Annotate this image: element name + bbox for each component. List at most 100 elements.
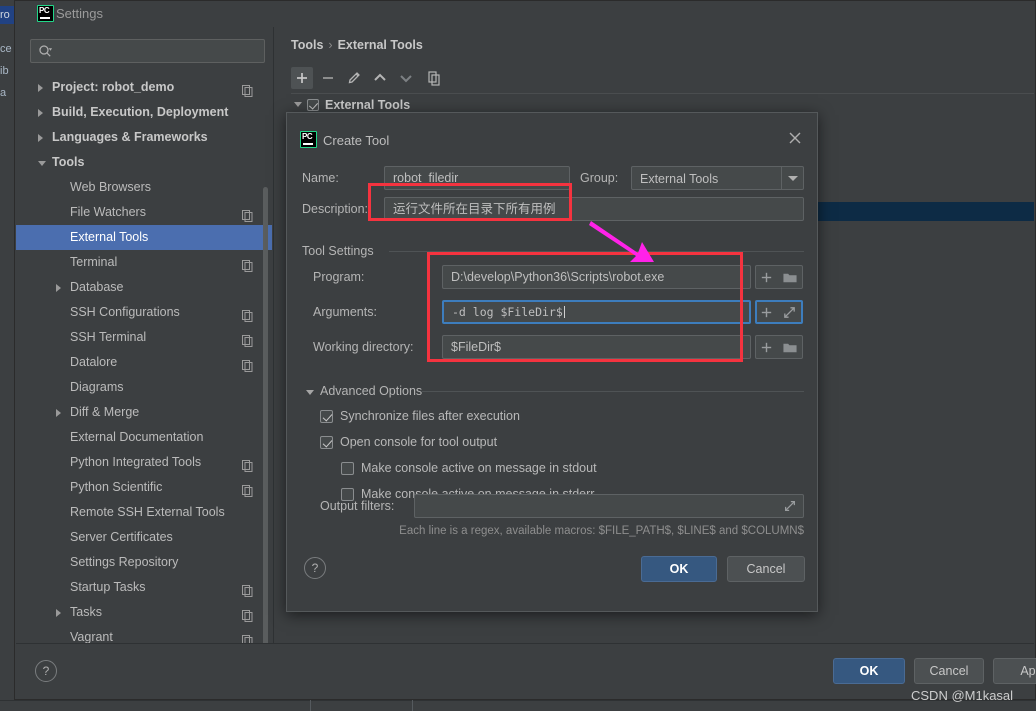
sidebar-item-ssh-configurations[interactable]: SSH Configurations	[16, 300, 272, 325]
tool-group-checkbox[interactable]	[307, 99, 319, 111]
close-button[interactable]	[787, 130, 803, 146]
apply-button[interactable]: Ap	[993, 658, 1036, 684]
sidebar-item-build-execution-deployment[interactable]: Build, Execution, Deployment	[16, 100, 272, 125]
breadcrumb-parent[interactable]: Tools	[291, 38, 323, 52]
chevron-right-icon[interactable]	[38, 109, 43, 117]
project-scope-icon	[242, 306, 254, 322]
insert-macro-icon[interactable]	[759, 340, 774, 355]
sidebar-item-python-integrated-tools[interactable]: Python Integrated Tools	[16, 450, 272, 475]
sidebar-item-terminal[interactable]: Terminal	[16, 250, 272, 275]
program-field-buttons	[755, 265, 803, 289]
checkbox-label[interactable]: Synchronize files after execution	[340, 409, 520, 423]
sidebar-item-external-tools[interactable]: External Tools	[16, 225, 272, 250]
search-input[interactable]	[30, 39, 265, 63]
sidebar-item-languages-frameworks[interactable]: Languages & Frameworks	[16, 125, 272, 150]
remove-button[interactable]	[317, 67, 339, 89]
browse-folder-icon[interactable]	[782, 270, 798, 285]
ide-status-divider-2	[412, 700, 413, 711]
program-input[interactable]: D:\develop\Python36\Scripts\robot.exe	[442, 265, 751, 289]
ide-text-fragment: ro	[0, 6, 14, 24]
sidebar-item-external-documentation[interactable]: External Documentation	[16, 425, 272, 450]
chevron-right-icon[interactable]	[38, 134, 43, 142]
description-input[interactable]: 运行文件所在目录下所有用例	[384, 197, 804, 221]
sidebar-item-label: External Tools	[70, 230, 149, 244]
working-directory-input[interactable]: $FileDir$	[442, 335, 751, 359]
sidebar-item-ssh-terminal[interactable]: SSH Terminal	[16, 325, 272, 350]
arguments-value: -d log $FileDir$	[452, 305, 563, 319]
sidebar-item-label: Tools	[52, 155, 85, 169]
chevron-right-icon[interactable]	[56, 609, 61, 617]
checkbox-open-console-for-tool-output[interactable]	[320, 436, 333, 449]
expand-editor-icon[interactable]	[782, 305, 797, 320]
cancel-button[interactable]: Cancel	[914, 658, 984, 684]
sidebar-scrollbar[interactable]	[263, 187, 268, 647]
ok-button[interactable]: OK	[833, 658, 905, 684]
sidebar-item-datalore[interactable]: Datalore	[16, 350, 272, 375]
checkbox-synchronize-files-after-execution[interactable]	[320, 410, 333, 423]
dialog-cancel-button[interactable]: Cancel	[727, 556, 805, 582]
dialog-help-button[interactable]: ?	[304, 557, 326, 579]
edit-button[interactable]	[343, 67, 365, 89]
project-scope-icon	[242, 81, 254, 97]
chevron-down-icon[interactable]	[294, 102, 302, 107]
project-scope-icon	[242, 606, 254, 622]
checkbox-label[interactable]: Open console for tool output	[340, 435, 497, 449]
pycharm-logo-icon: PC	[37, 5, 54, 22]
minus-icon	[323, 77, 333, 79]
help-button[interactable]: ?	[35, 660, 57, 682]
chevron-right-icon[interactable]	[56, 284, 61, 292]
copy-icon	[428, 71, 440, 86]
sidebar-item-web-browsers[interactable]: Web Browsers	[16, 175, 272, 200]
insert-macro-icon[interactable]	[759, 305, 774, 320]
chevron-right-icon[interactable]	[56, 409, 61, 417]
project-scope-icon	[242, 631, 254, 643]
dialog-pycharm-logo-icon: PC	[300, 131, 317, 148]
add-button[interactable]	[291, 67, 313, 89]
sidebar-item-database[interactable]: Database	[16, 275, 272, 300]
name-input[interactable]: robot_filedir	[384, 166, 570, 190]
group-dropdown-button[interactable]	[781, 167, 803, 189]
sidebar-item-vagrant[interactable]: Vagrant	[16, 625, 272, 643]
dialog-ok-button[interactable]: OK	[641, 556, 717, 582]
watermark: CSDN @M1kasal	[911, 688, 1014, 703]
close-icon	[789, 132, 801, 144]
arrow-up-icon	[374, 73, 386, 81]
project-scope-icon	[242, 256, 254, 272]
output-filters-input[interactable]	[414, 494, 804, 518]
tool-settings-divider	[389, 251, 804, 252]
sidebar-item-settings-repository[interactable]: Settings Repository	[16, 550, 272, 575]
sidebar-item-label: Web Browsers	[70, 180, 152, 194]
move-down-button[interactable]	[395, 67, 417, 89]
sidebar-item-diagrams[interactable]: Diagrams	[16, 375, 272, 400]
sidebar-item-server-certificates[interactable]: Server Certificates	[16, 525, 272, 550]
sidebar-item-project-robot-demo[interactable]: Project: robot_demo	[16, 75, 272, 100]
chevron-right-icon[interactable]	[38, 84, 43, 92]
sidebar-item-label: SSH Terminal	[70, 330, 147, 344]
sidebar-item-tools[interactable]: Tools	[16, 150, 272, 175]
sidebar-item-diff-merge[interactable]: Diff & Merge	[16, 400, 272, 425]
sidebar-item-label: Python Scientific	[70, 480, 163, 494]
sidebar-item-tasks[interactable]: Tasks	[16, 600, 272, 625]
advanced-options-toggle-icon[interactable]	[306, 390, 314, 395]
sidebar-item-python-scientific[interactable]: Python Scientific	[16, 475, 272, 500]
ide-text-fragment: ib	[0, 65, 9, 77]
sidebar-item-startup-tasks[interactable]: Startup Tasks	[16, 575, 272, 600]
settings-tree[interactable]: Project: robot_demo Build, Execution, Dep…	[16, 75, 272, 643]
move-up-button[interactable]	[369, 67, 391, 89]
checkbox-make-console-active-on-message-in-stdout[interactable]	[341, 462, 354, 475]
sidebar-item-file-watchers[interactable]: File Watchers	[16, 200, 272, 225]
output-filters-hint: Each line is a regex, available macros: …	[399, 525, 804, 537]
project-scope-icon	[242, 456, 254, 472]
chevron-down-icon[interactable]	[38, 161, 46, 166]
checkbox-label[interactable]: Make console active on message in stdout	[361, 461, 597, 475]
settings-title-bar: PC Settings	[15, 1, 1035, 27]
insert-macro-icon[interactable]	[759, 270, 774, 285]
group-combobox[interactable]: External Tools	[631, 166, 804, 190]
copy-button[interactable]	[423, 67, 445, 89]
name-label: Name:	[302, 171, 339, 185]
browse-folder-icon[interactable]	[782, 340, 798, 355]
arguments-input[interactable]: -d log $FileDir$	[442, 300, 751, 324]
expand-editor-icon[interactable]	[783, 499, 797, 513]
project-scope-icon	[242, 356, 254, 372]
sidebar-item-remote-ssh-external-tools[interactable]: Remote SSH External Tools	[16, 500, 272, 525]
